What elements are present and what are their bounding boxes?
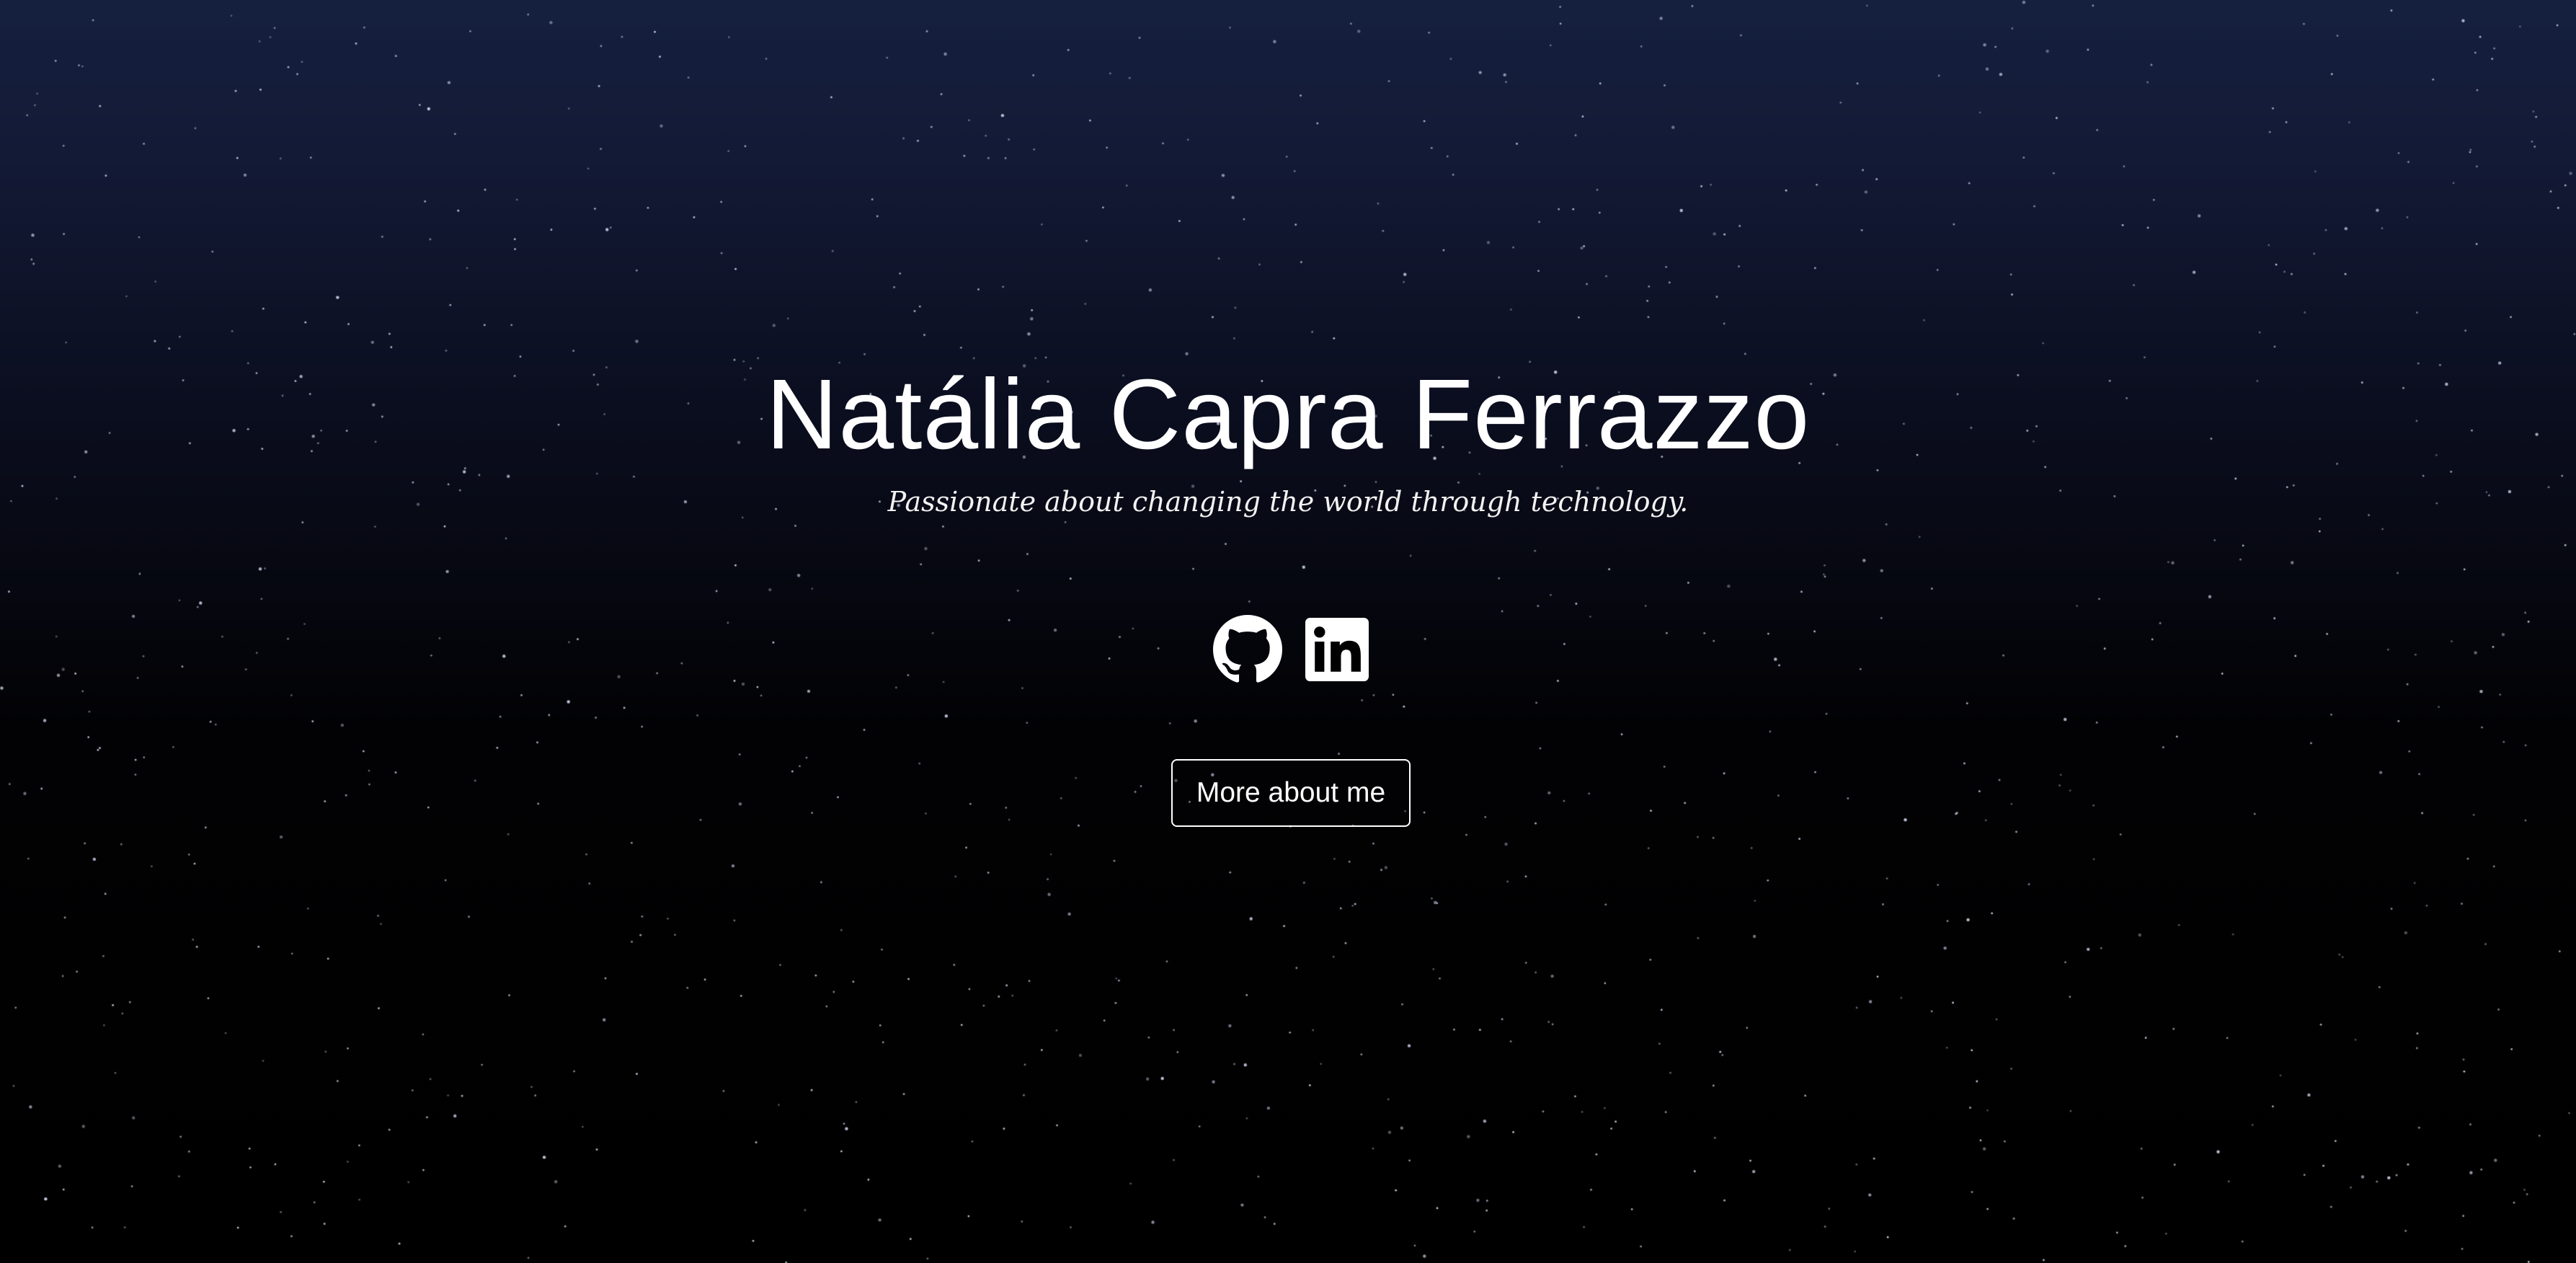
github-link[interactable] (1213, 615, 1282, 684)
more-about-me-button[interactable]: More about me (1171, 759, 1411, 827)
linkedin-icon (1305, 618, 1369, 681)
social-links (1213, 615, 1372, 684)
page-title: Natália Capra Ferrazzo (765, 359, 1811, 470)
hero-section: Natália Capra Ferrazzo Passionate about … (0, 0, 2576, 1263)
linkedin-link[interactable] (1305, 618, 1369, 681)
github-icon (1213, 615, 1282, 683)
tagline: Passionate about changing the world thro… (887, 486, 1689, 518)
